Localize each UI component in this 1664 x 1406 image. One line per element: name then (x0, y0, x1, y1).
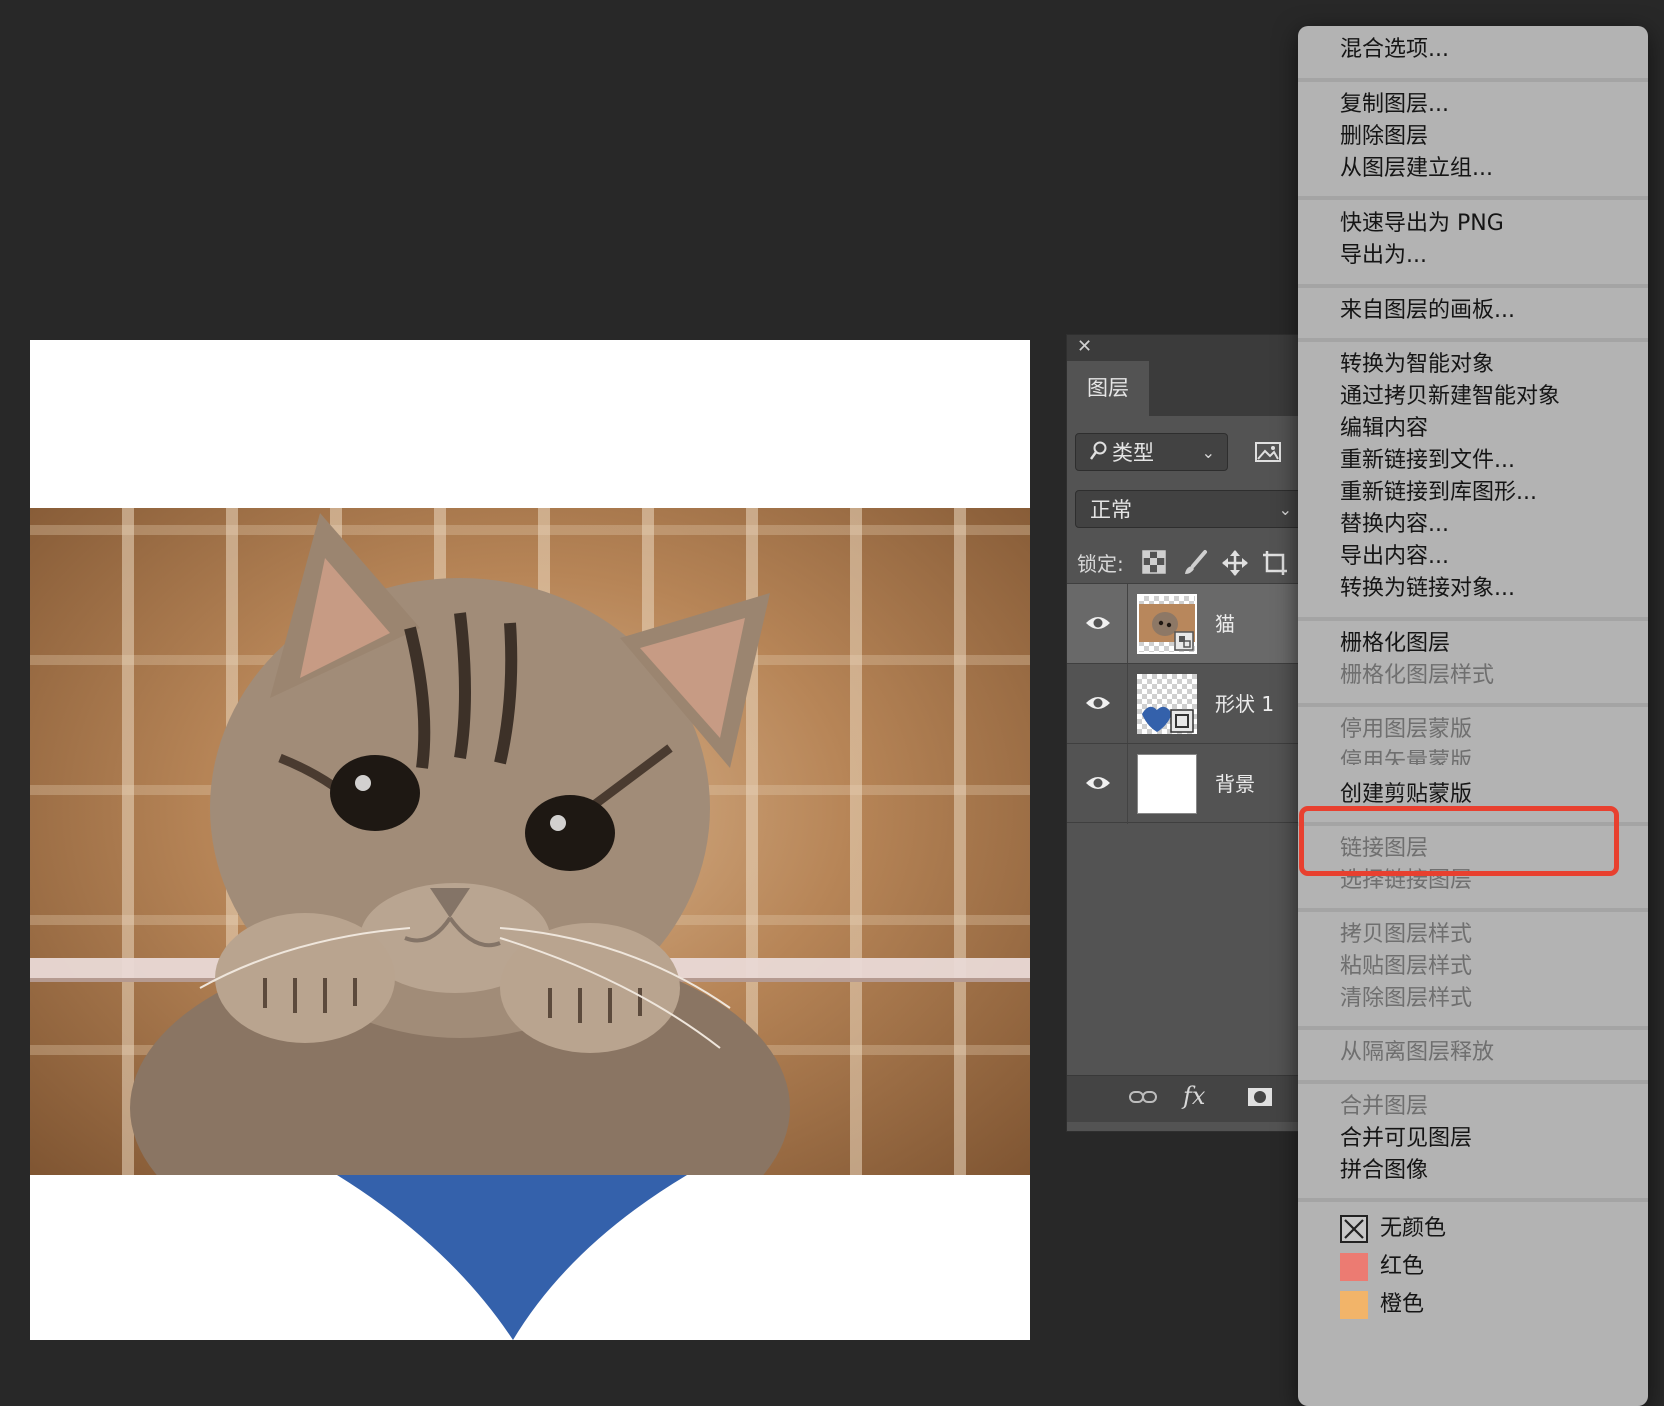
menu-item-export-contents[interactable]: 导出内容... (1340, 540, 1449, 574)
menu-item-disable-vector-mask: 停用矢量蒙版 (1340, 749, 1473, 765)
menu-item-quick-export-png[interactable]: 快速导出为 PNG (1340, 207, 1504, 241)
layer-thumbnail-shape (1137, 674, 1197, 734)
menu-item-export-as[interactable]: 导出为... (1340, 239, 1427, 273)
menu-item-rasterize-layer[interactable]: 栅格化图层 (1340, 627, 1450, 661)
menu-item-duplicate-layer[interactable]: 复制图层... (1340, 88, 1449, 122)
menu-item-edit-contents[interactable]: 编辑内容 (1340, 412, 1428, 446)
panel-bottom-toolbar: fx (1067, 1075, 1325, 1122)
highlight-annotation-box (1299, 806, 1619, 876)
link-layers-icon[interactable] (1129, 1088, 1157, 1110)
menu-item-paste-layer-style: 粘贴图层样式 (1340, 954, 1473, 979)
menu-item-copy-layer-style: 拷贝图层样式 (1340, 922, 1473, 947)
visibility-eye-icon[interactable] (1085, 774, 1111, 796)
menu-item-no-color[interactable]: 无颜色 (1380, 1212, 1446, 1246)
menu-item-relink-to-library-graphic[interactable]: 重新链接到库图形... (1340, 476, 1537, 510)
menu-item-red[interactable]: 红色 (1380, 1250, 1424, 1284)
menu-separator (1298, 617, 1648, 621)
menu-item-orange[interactable]: 橙色 (1380, 1288, 1424, 1322)
panel-tab-bar: 图层 (1067, 361, 1325, 416)
layer-style-fx-icon[interactable]: fx (1183, 1082, 1205, 1110)
orange-swatch-icon (1340, 1291, 1368, 1319)
menu-item-group-from-layers[interactable]: 从图层建立组... (1340, 152, 1493, 186)
menu-item-new-smart-object-via-copy[interactable]: 通过拷贝新建智能对象 (1340, 380, 1560, 414)
filter-label: 类型 (1112, 441, 1154, 465)
visibility-eye-icon[interactable] (1085, 614, 1111, 636)
layer-name-shape: 形状 1 (1215, 692, 1275, 716)
lock-transparent-pixels-icon[interactable] (1141, 549, 1167, 579)
panel-title-bar: ✕ (1067, 335, 1325, 361)
menu-item-release-from-isolation: 从隔离图层释放 (1340, 1040, 1495, 1065)
menu-item-artboard-from-layers[interactable]: 来自图层的画板... (1340, 294, 1515, 328)
menu-item-replace-contents[interactable]: 替换内容... (1340, 508, 1449, 542)
menu-separator (1298, 908, 1648, 912)
menu-item-merge-layers: 合并图层 (1340, 1094, 1429, 1119)
layer-row-background[interactable]: 背景 (1067, 743, 1325, 824)
heart-shape-bottom (337, 1175, 687, 1340)
lock-position-move-icon[interactable] (1221, 549, 1249, 581)
menu-item-clear-layer-style: 清除图层样式 (1340, 986, 1473, 1011)
layer-thumbnail-cat (1137, 594, 1197, 654)
menu-item-blending-options[interactable]: 混合选项... (1340, 33, 1449, 67)
red-swatch-icon (1340, 1253, 1368, 1281)
cat-photo (30, 508, 1030, 1175)
tab-layers[interactable]: 图层 (1067, 361, 1149, 416)
menu-separator (1298, 1198, 1648, 1202)
layer-name-background: 背景 (1215, 772, 1255, 796)
menu-separator (1298, 284, 1648, 288)
add-mask-icon[interactable] (1247, 1087, 1273, 1111)
chevron-down-icon: ⌄ (1201, 443, 1215, 462)
layer-filter-select[interactable]: 类型 ⌄ (1075, 433, 1228, 471)
menu-item-relink-to-file[interactable]: 重新链接到文件... (1340, 444, 1515, 478)
blend-mode-value: 正常 (1090, 498, 1132, 522)
menu-item-merge-visible[interactable]: 合并可见图层 (1340, 1122, 1472, 1156)
blend-mode-select[interactable]: 正常 ⌄ (1075, 490, 1305, 528)
menu-separator (1298, 338, 1648, 342)
lock-label: 锁定: (1077, 552, 1124, 576)
layers-panel: ✕ 图层 类型 ⌄ 正常 ⌄ 锁定: 猫 形状 1 背景 fx (1066, 334, 1326, 1132)
search-icon (1090, 435, 1108, 473)
layer-row-cat[interactable]: 猫 (1067, 583, 1325, 664)
layer-name-cat: 猫 (1215, 612, 1235, 636)
lock-artboard-icon[interactable] (1261, 549, 1289, 581)
menu-item-rasterize-layer-style: 栅格化图层样式 (1340, 663, 1495, 688)
chevron-down-icon: ⌄ (1278, 500, 1292, 519)
menu-item-convert-to-smart-object[interactable]: 转换为智能对象 (1340, 348, 1494, 382)
menu-item-delete-layer[interactable]: 删除图层 (1340, 120, 1428, 154)
menu-separator (1298, 1026, 1648, 1030)
menu-separator (1298, 703, 1648, 707)
menu-item-disable-layer-mask: 停用图层蒙版 (1340, 717, 1473, 742)
image-filter-icon[interactable] (1255, 442, 1281, 466)
no-color-swatch-icon (1340, 1215, 1368, 1243)
layer-thumbnail-background (1137, 754, 1197, 814)
layer-row-shape[interactable]: 形状 1 (1067, 663, 1325, 744)
document-canvas[interactable] (30, 340, 1030, 1340)
menu-separator (1298, 196, 1648, 200)
close-icon[interactable]: ✕ (1077, 337, 1092, 357)
menu-item-convert-to-linked[interactable]: 转换为链接对象... (1340, 572, 1515, 606)
menu-separator (1298, 1080, 1648, 1084)
menu-item-flatten-image[interactable]: 拼合图像 (1340, 1154, 1428, 1188)
layer-context-menu: 混合选项... 复制图层... 删除图层 从图层建立组... 快速导出为 PNG… (1298, 26, 1648, 1406)
menu-separator (1298, 78, 1648, 82)
lock-image-pixels-brush-icon[interactable] (1181, 549, 1209, 581)
visibility-eye-icon[interactable] (1085, 694, 1111, 716)
